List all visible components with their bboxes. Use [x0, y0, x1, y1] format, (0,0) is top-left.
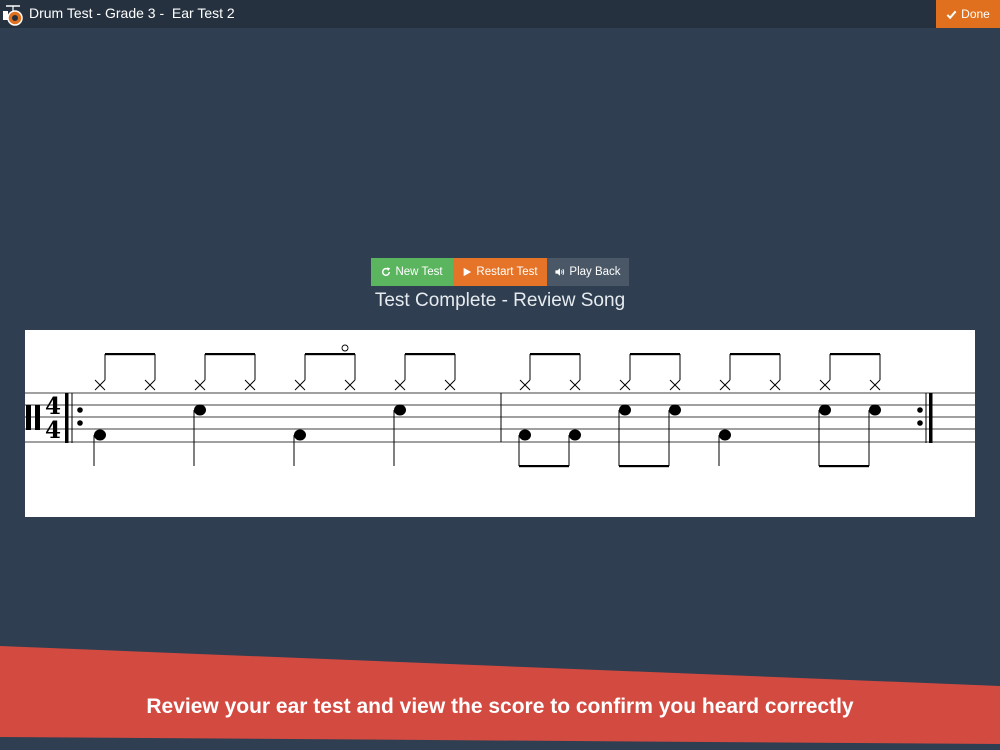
hihat-beam: [305, 353, 355, 356]
snare-note: [619, 404, 631, 416]
title-bar: Drum Test - Grade 3 - Ear Test 2 Done: [0, 0, 1000, 28]
note-beam: [519, 465, 569, 468]
hihat-beam: [730, 353, 780, 356]
hihat-beam: [205, 353, 255, 356]
repeat-start: [65, 393, 83, 443]
kick-note: [719, 429, 731, 441]
speaker-icon: [555, 268, 565, 276]
restart-test-label: Restart Test: [476, 266, 538, 278]
new-test-label: New Test: [395, 266, 443, 278]
kick-note: [519, 429, 531, 441]
test-toolbar: New Test Restart Test Play Back: [371, 258, 629, 286]
new-test-button[interactable]: New Test: [371, 258, 453, 286]
kick-note: [294, 429, 306, 441]
hihat-beam: [630, 353, 680, 356]
play-back-label: Play Back: [569, 266, 621, 278]
hihat-beam: [105, 353, 155, 356]
play-icon: [464, 267, 472, 277]
done-button[interactable]: Done: [936, 0, 1000, 28]
staff-lines: [25, 392, 975, 443]
check-icon: [946, 10, 957, 19]
restart-test-button[interactable]: Restart Test: [453, 258, 547, 286]
play-back-button[interactable]: Play Back: [547, 258, 629, 286]
hihat-beam: [405, 353, 455, 356]
notes-layer: [93, 344, 881, 468]
banner-text: Review your ear test and view the score …: [146, 695, 854, 718]
snare-note: [394, 404, 406, 416]
open-hihat-mark: [341, 344, 349, 352]
drum-score: 4 4: [25, 330, 975, 517]
kick-note: [94, 429, 106, 441]
snare-note: [194, 404, 206, 416]
window-title: Drum Test - Grade 3 - Ear Test 2: [29, 5, 235, 21]
done-label: Done: [961, 7, 990, 21]
refresh-icon: [382, 267, 391, 276]
hihat-beam: [830, 353, 880, 356]
test-status: Test Complete - Review Song: [374, 290, 626, 311]
repeat-end: [917, 393, 933, 443]
note-beam: [619, 465, 669, 468]
drum-kit-icon: [3, 5, 23, 26]
score-staff: 4 4: [25, 344, 975, 468]
kick-note: [569, 429, 581, 441]
snare-note: [669, 404, 681, 416]
note-beam: [819, 465, 869, 468]
percussion-clef: [26, 405, 40, 430]
time-signature-bottom: 4: [45, 417, 61, 444]
snare-note: [819, 404, 831, 416]
time-signature-top: 4: [45, 393, 61, 420]
snare-note: [869, 404, 881, 416]
hihat-beam: [530, 353, 580, 356]
